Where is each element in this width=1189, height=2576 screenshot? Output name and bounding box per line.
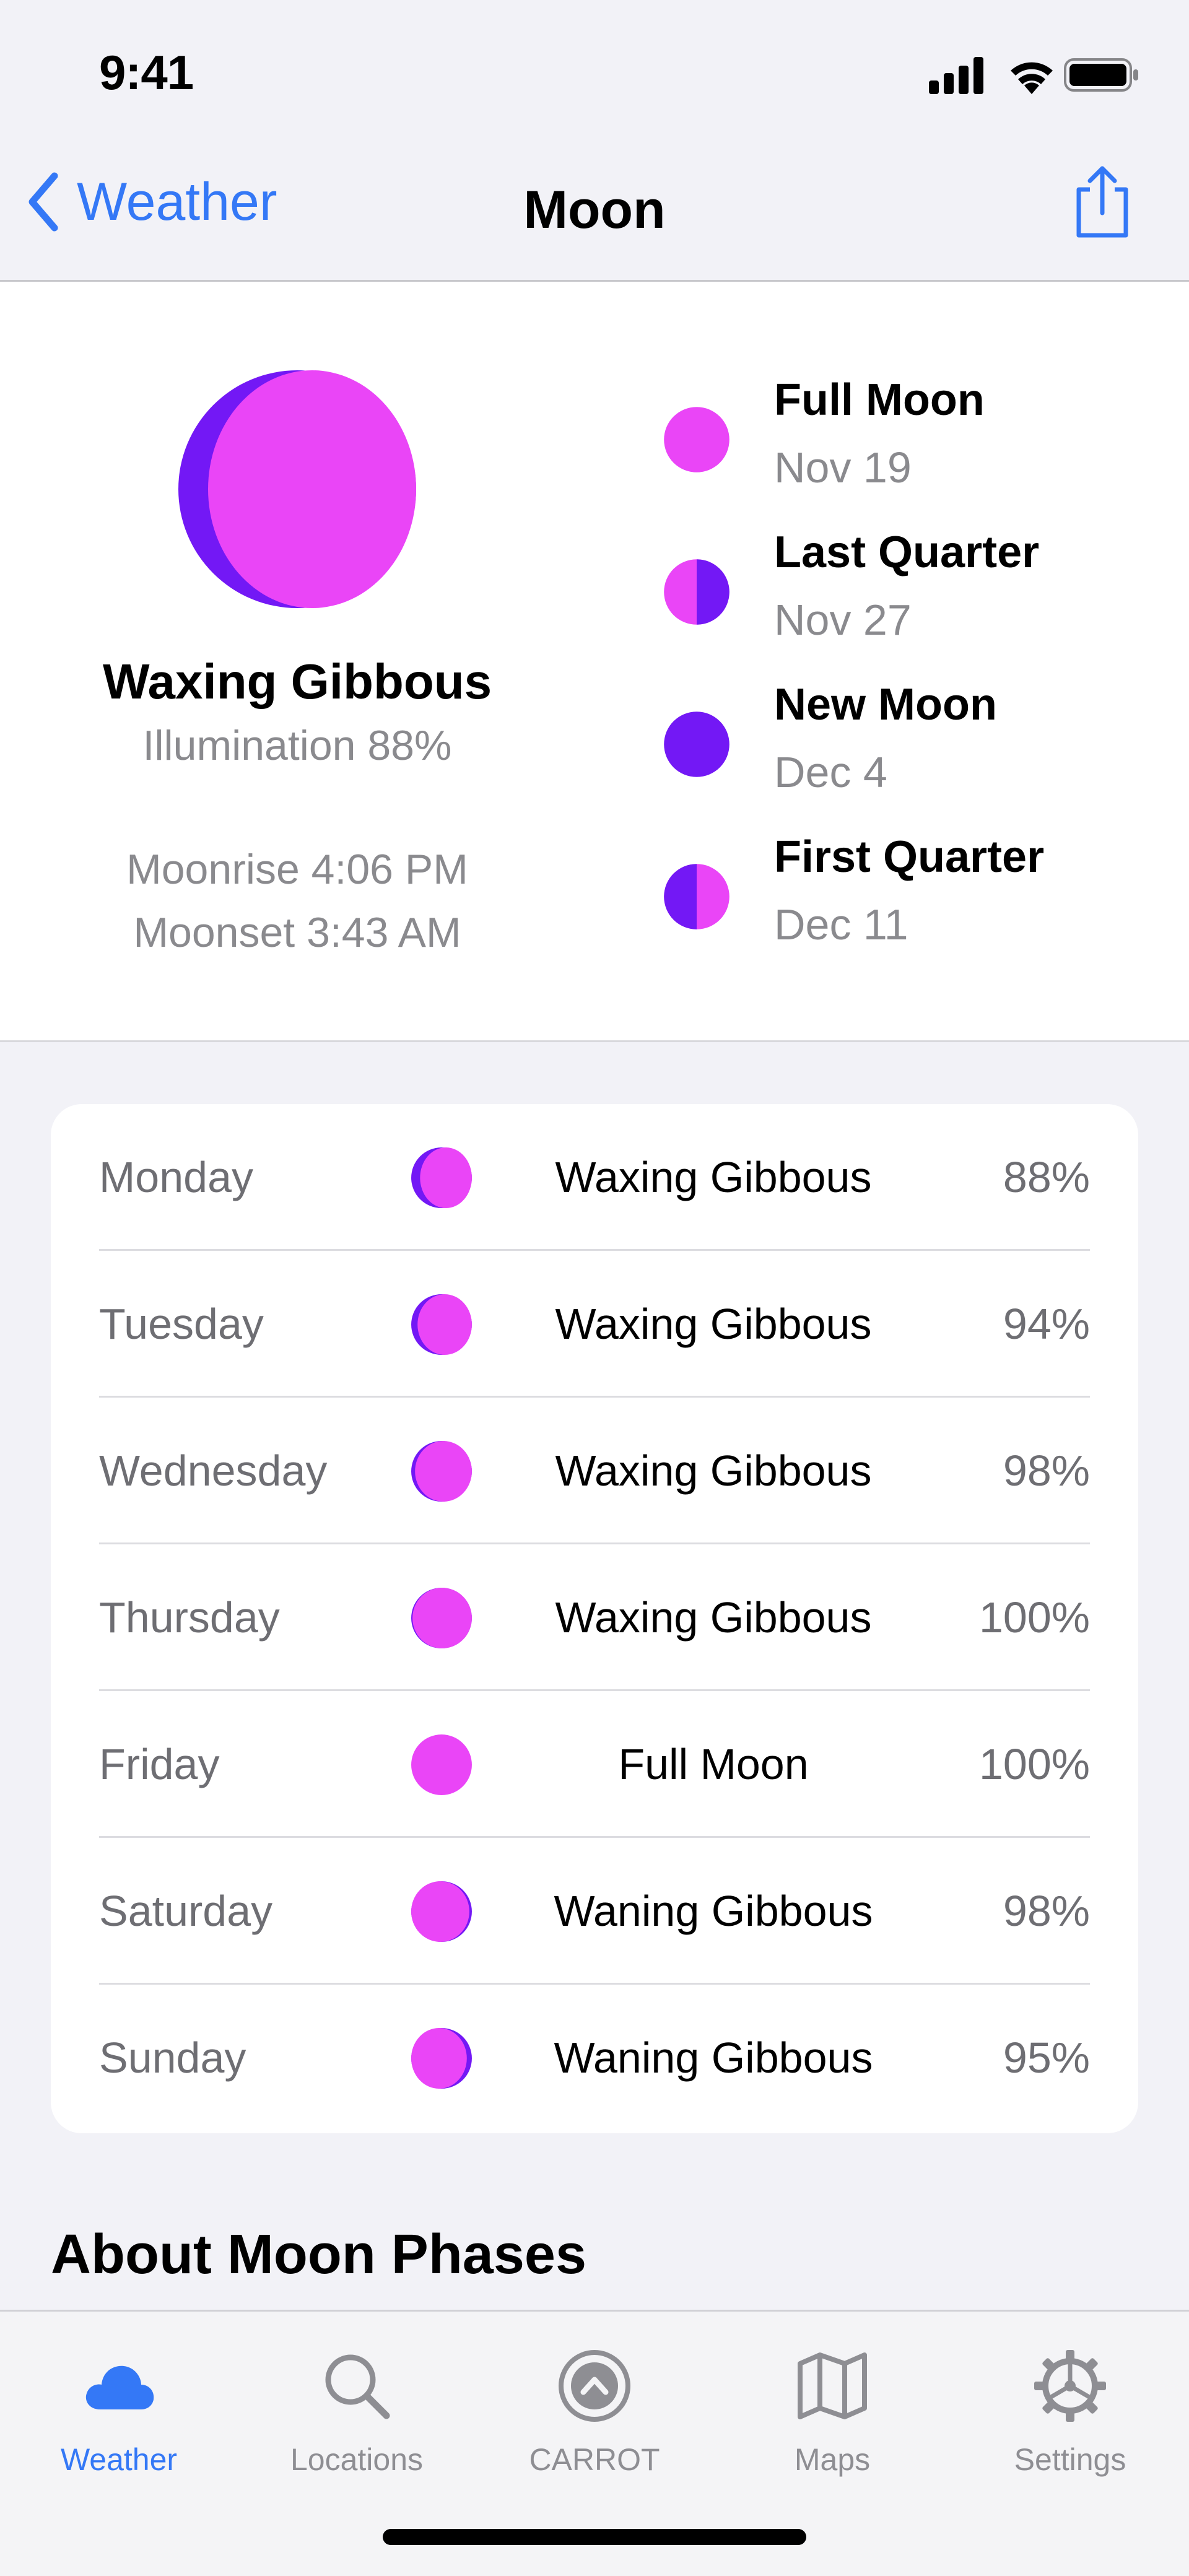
forecast-illumination: 94% [1003,1300,1090,1348]
tab-label: CARROT [529,2442,660,2477]
tab-label: Locations [290,2442,424,2477]
forecast-day: Saturday [99,1887,273,1935]
upcoming-phase-name: Full Moon [774,375,985,425]
page-title: Moon [523,180,666,240]
waning-gibbous-moon-icon [411,1881,472,1942]
list-item: Sunday Waning Gibbous 95% [51,1985,1138,2131]
upcoming-phase-date: Nov 19 [774,443,912,492]
new-moon-icon [664,711,730,777]
forecast-day: Sunday [99,2034,246,2082]
map-icon [798,2352,867,2419]
waxing-gibbous-moon-icon [411,1147,472,1208]
status-icons [929,57,1138,94]
section-heading: About Moon Phases [51,2224,587,2286]
list-item: Monday Waxing Gibbous 88% [51,1104,1138,1251]
forecast-illumination: 100% [978,1593,1090,1642]
search-icon [325,2354,390,2419]
waxing-gibbous-moon-icon [411,1294,472,1355]
home-indicator[interactable] [383,2529,806,2545]
forecast-phase: Waning Gibbous [554,2034,873,2082]
upcoming-phase-new-moon: New Moon Dec 4 [663,679,1158,822]
moon-summary-panel: Waxing Gibbous Illumination 88% Moonrise… [0,282,1189,1042]
list-item: Thursday Waxing Gibbous 100% [51,1544,1138,1691]
first-quarter-moon-icon [664,864,730,929]
list-item: Wednesday Waxing Gibbous 98% [51,1398,1138,1544]
upcoming-phase-last-quarter: Last Quarter Nov 27 [663,527,1158,669]
tab-label: Weather [60,2442,178,2477]
forecast-day: Wednesday [99,1447,328,1495]
illumination-text: Illumination 88% [142,722,452,769]
forecast-phase: Waxing Gibbous [555,1153,872,1201]
waxing-gibbous-moon-icon [411,1588,472,1648]
full-moon-icon [411,1734,472,1795]
forecast-day: Friday [99,1740,220,1788]
share-icon[interactable] [1065,165,1139,239]
current-phase-name: Waxing Gibbous [102,654,492,709]
upcoming-phase-date: Nov 27 [774,596,912,644]
full-moon-icon [664,407,730,472]
cloud-icon [85,2365,154,2409]
forecast-phase: Waxing Gibbous [555,1300,872,1348]
forecast-day: Tuesday [99,1300,264,1348]
wifi-icon [1011,62,1053,94]
forecast-illumination: 95% [1003,2034,1090,2082]
forecast-illumination: 98% [1003,1887,1090,1935]
tab-carrot[interactable]: CARROT [476,2330,713,2479]
list-item: Friday Full Moon 100% [51,1691,1138,1838]
gear-icon [1034,2350,1106,2422]
forecast-phase: Waxing Gibbous [555,1447,872,1495]
forecast-phase: Waxing Gibbous [555,1593,872,1642]
tab-weather[interactable]: Weather [0,2330,238,2479]
forecast-illumination: 98% [1003,1447,1090,1495]
forecast-day: Thursday [99,1593,280,1642]
last-quarter-moon-icon [664,559,730,625]
tab-settings[interactable]: Settings [951,2330,1189,2479]
waning-gibbous-moon-icon [411,2028,472,2089]
cellular-signal-icon [929,57,983,94]
forecast-illumination: 100% [978,1740,1090,1788]
battery-icon [1064,58,1138,92]
waxing-gibbous-moon-icon [411,1441,472,1502]
tab-label: Maps [794,2442,871,2477]
upcoming-phase-date: Dec 11 [774,900,908,949]
status-time: 9:41 [99,45,194,100]
upcoming-phase-first-quarter: First Quarter Dec 11 [663,832,1158,974]
forecast-phase: Waning Gibbous [554,1887,873,1935]
carrot-logo-icon [559,2350,630,2422]
moonrise-text: Moonrise 4:06 PM [126,846,468,893]
tab-maps[interactable]: Maps [713,2330,951,2479]
forecast-phase: Full Moon [618,1740,809,1788]
list-item: Saturday Waning Gibbous 98% [51,1838,1138,1985]
forecast-illumination: 88% [1003,1153,1090,1201]
upcoming-phase-name: New Moon [774,680,997,729]
forecast-day: Monday [99,1153,254,1201]
current-moon-phase-icon [178,370,416,608]
upcoming-phase-full-moon: Full Moon Nov 19 [663,375,1158,517]
upcoming-phase-date: Dec 4 [774,748,887,796]
navigation-bar: Weather Moon [0,111,1189,282]
moonset-text: Moonset 3:43 AM [133,909,461,956]
tab-locations[interactable]: Locations [238,2330,476,2479]
upcoming-phase-name: Last Quarter [774,528,1040,577]
moon-forecast-list: Monday Waxing Gibbous 88% Tuesday Waxing… [51,1104,1138,2133]
upcoming-phase-name: First Quarter [774,832,1045,882]
tab-label: Settings [1014,2442,1126,2477]
list-item: Tuesday Waxing Gibbous 94% [51,1251,1138,1398]
